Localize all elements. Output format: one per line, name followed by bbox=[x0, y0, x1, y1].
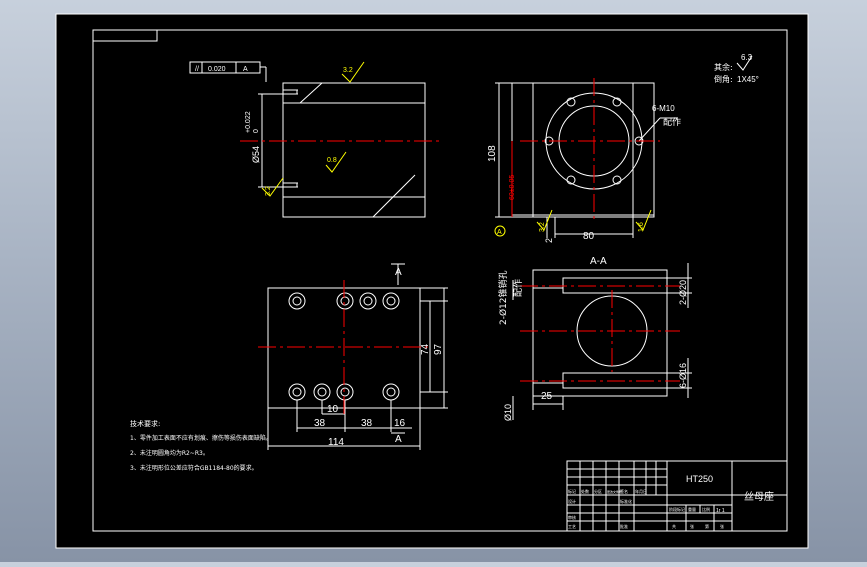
plan-dim-top: 10 bbox=[327, 404, 339, 415]
weight-label: 重量 bbox=[688, 506, 696, 512]
roughness-mid: 0.8 bbox=[327, 157, 337, 164]
plan-section-mark-bottom: A bbox=[395, 434, 402, 445]
drawing-canvas: // 0.020 A Ø54 +0.022 0 3.2 0.8 3.2 108 … bbox=[55, 13, 809, 549]
section-dim-16: 6-Ø16 bbox=[678, 363, 688, 388]
part-name: 丝母座 bbox=[744, 490, 774, 503]
side-height-dim: 108 bbox=[487, 145, 498, 162]
roughness-note-label: 其余: bbox=[714, 62, 733, 72]
scale-label: 比例 bbox=[702, 506, 710, 512]
tolerance-datum: A bbox=[243, 66, 248, 73]
title-cell-count: 处数 bbox=[581, 488, 589, 494]
chamfer-note-value: 1X45° bbox=[737, 75, 759, 84]
plan-dim-mid: 38 bbox=[361, 418, 373, 429]
plan-dim-97: 97 bbox=[433, 343, 444, 355]
screw-note-suffix: 配作 bbox=[663, 116, 681, 128]
side-roughness-b: 1.6 bbox=[638, 222, 645, 232]
roughness-top: 3.2 bbox=[343, 67, 353, 74]
title-cell-review: 审核 bbox=[568, 514, 576, 520]
stage-label: 阶段标记 bbox=[669, 506, 685, 512]
sheet-count: 1r 1 bbox=[716, 508, 725, 514]
plan-dim-left: 38 bbox=[314, 418, 326, 429]
sheet-unit-label: 张 bbox=[690, 523, 694, 529]
material-label: HT250 bbox=[686, 474, 713, 484]
sheet-no-label: 第 bbox=[705, 523, 709, 529]
cad-viewport[interactable]: // 0.020 A Ø54 +0.022 0 3.2 0.8 3.2 108 … bbox=[0, 0, 867, 562]
tolerance-symbol: // bbox=[195, 66, 199, 73]
bore-tolerance-upper: +0.022 bbox=[245, 111, 252, 133]
side-datum: A bbox=[497, 229, 502, 236]
sheet-total-label: 共 bbox=[672, 523, 676, 529]
section-dim-25: 25 bbox=[541, 391, 553, 402]
section-dim-20: 2-Ø20 bbox=[678, 280, 688, 305]
section-dim-10: Ø10 bbox=[503, 404, 513, 421]
tech-req-item-2: 2、未注明圆角均为R2~R3。 bbox=[130, 449, 209, 457]
side-center-dim: 60±0.05 bbox=[509, 175, 516, 200]
tech-req-title: 技术要求: bbox=[130, 419, 160, 428]
tolerance-value: 0.020 bbox=[208, 66, 226, 73]
chamfer-note-label: 倒角: bbox=[714, 74, 733, 84]
title-cell-mark: 标记 bbox=[568, 488, 576, 494]
pin-note: 2-Ø12锥销孔 bbox=[497, 270, 509, 325]
title-cell-sign: 签名 bbox=[620, 488, 628, 494]
title-cell-approve: 批准 bbox=[620, 523, 628, 529]
title-cell-design: 设计 bbox=[568, 498, 576, 504]
tech-req-item-3: 3、未注明形位公差应符合GB1184-80的要求。 bbox=[130, 464, 258, 472]
side-roughness-a: 3.2 bbox=[539, 222, 546, 232]
bore-dimension: Ø54 bbox=[251, 146, 261, 163]
title-cell-zone: 分区 bbox=[594, 488, 602, 494]
roughness-left: 3.2 bbox=[265, 186, 272, 196]
side-small-dim: 2 bbox=[544, 238, 554, 243]
screw-note: 6-M10 bbox=[652, 104, 675, 113]
plan-dim-right: 16 bbox=[394, 418, 406, 429]
title-cell-standard: 标准化 bbox=[620, 498, 632, 504]
sheet-no-unit-label: 张 bbox=[720, 523, 724, 529]
plan-section-mark-top: A bbox=[395, 267, 402, 278]
plan-dim-74: 74 bbox=[420, 343, 431, 355]
title-cell-process: 工艺 bbox=[568, 524, 576, 529]
title-cell-date: 年月日 bbox=[635, 488, 647, 494]
tech-req-item-1: 1、零件加工表面不应有划痕、擦伤等损伤表面缺陷。 bbox=[130, 434, 272, 442]
plan-dim-total: 114 bbox=[328, 437, 344, 448]
bore-tolerance-lower: 0 bbox=[253, 129, 260, 133]
section-title: A-A bbox=[590, 256, 607, 267]
pin-note-suffix: 配作 bbox=[512, 279, 524, 297]
side-bottom-dim: 80 bbox=[583, 231, 595, 242]
